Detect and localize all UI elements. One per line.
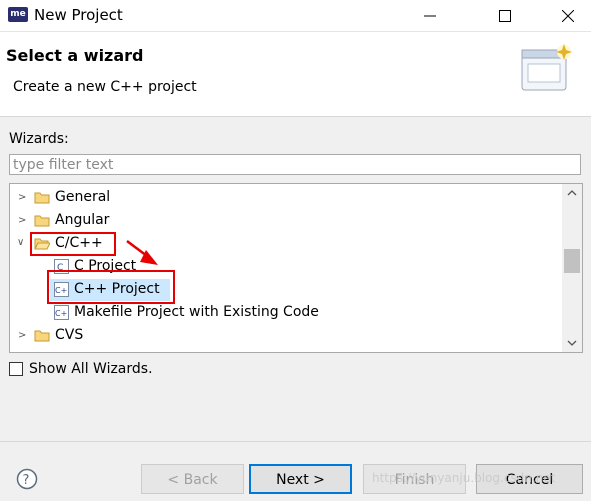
tree-item-label: Makefile Project with Existing Code — [74, 304, 319, 320]
svg-text:?: ? — [23, 473, 30, 488]
chevron-down-icon[interactable]: ∨ — [17, 237, 24, 248]
wizard-banner: Select a wizard Create a new C++ project — [0, 32, 591, 117]
footer-separator — [0, 441, 591, 442]
tree-item-label: Angular — [55, 212, 110, 228]
watermark-text: https://yunyanju.blog.csdn.net — [372, 471, 556, 485]
banner-title: Select a wizard — [6, 46, 144, 65]
chevron-down-icon — [567, 340, 577, 346]
show-all-wizards-label: Show All Wizards. — [29, 361, 153, 377]
tree-item-makefile-project[interactable]: C+ Makefile Project with Existing Code — [10, 302, 560, 324]
maximize-icon — [499, 10, 511, 22]
tree-item-label: CVS — [55, 327, 84, 343]
new-wizard-icon — [521, 44, 572, 91]
scroll-down-button[interactable] — [562, 334, 582, 352]
tree-scrollbar[interactable] — [562, 184, 582, 352]
makefile-project-icon: C+ — [54, 305, 69, 320]
next-button[interactable]: Next > — [249, 464, 352, 494]
minimize-icon — [424, 15, 436, 17]
folder-icon — [34, 192, 50, 204]
window-title: New Project — [34, 6, 123, 24]
checkbox-box[interactable] — [9, 362, 23, 376]
annotation-box-c-cpp — [30, 232, 116, 256]
filter-input[interactable] — [9, 154, 581, 175]
close-icon — [562, 10, 574, 22]
scroll-up-button[interactable] — [562, 184, 582, 202]
svg-text:C+: C+ — [55, 309, 67, 318]
back-button[interactable]: < Back — [141, 464, 244, 494]
close-button[interactable] — [545, 0, 591, 31]
banner-description: Create a new C++ project — [13, 79, 197, 95]
chevron-right-icon[interactable]: > — [18, 192, 26, 203]
chevron-up-icon — [567, 190, 577, 196]
tree-item-general[interactable]: > General — [10, 187, 560, 209]
maximize-button[interactable] — [482, 0, 528, 31]
chevron-right-icon[interactable]: > — [18, 215, 26, 226]
wizards-label: Wizards: — [9, 131, 69, 147]
folder-icon — [34, 215, 50, 227]
title-bar: me New Project — [0, 0, 591, 32]
chevron-right-icon[interactable]: > — [18, 330, 26, 341]
minimize-button[interactable] — [407, 0, 453, 31]
tree-item-cvs[interactable]: > CVS — [10, 325, 560, 347]
wizard-tree[interactable]: > General > Angular ∨ C/C++ C C Project … — [9, 183, 583, 353]
tree-item-label: General — [55, 189, 111, 205]
tree-item-angular[interactable]: > Angular — [10, 210, 560, 232]
help-icon[interactable]: ? — [16, 468, 38, 490]
eclipse-app-icon: me — [8, 7, 28, 22]
annotation-box-cpp-project — [47, 270, 175, 304]
folder-icon — [34, 330, 50, 342]
annotation-arrow-icon — [126, 240, 158, 265]
scroll-thumb[interactable] — [564, 249, 580, 273]
